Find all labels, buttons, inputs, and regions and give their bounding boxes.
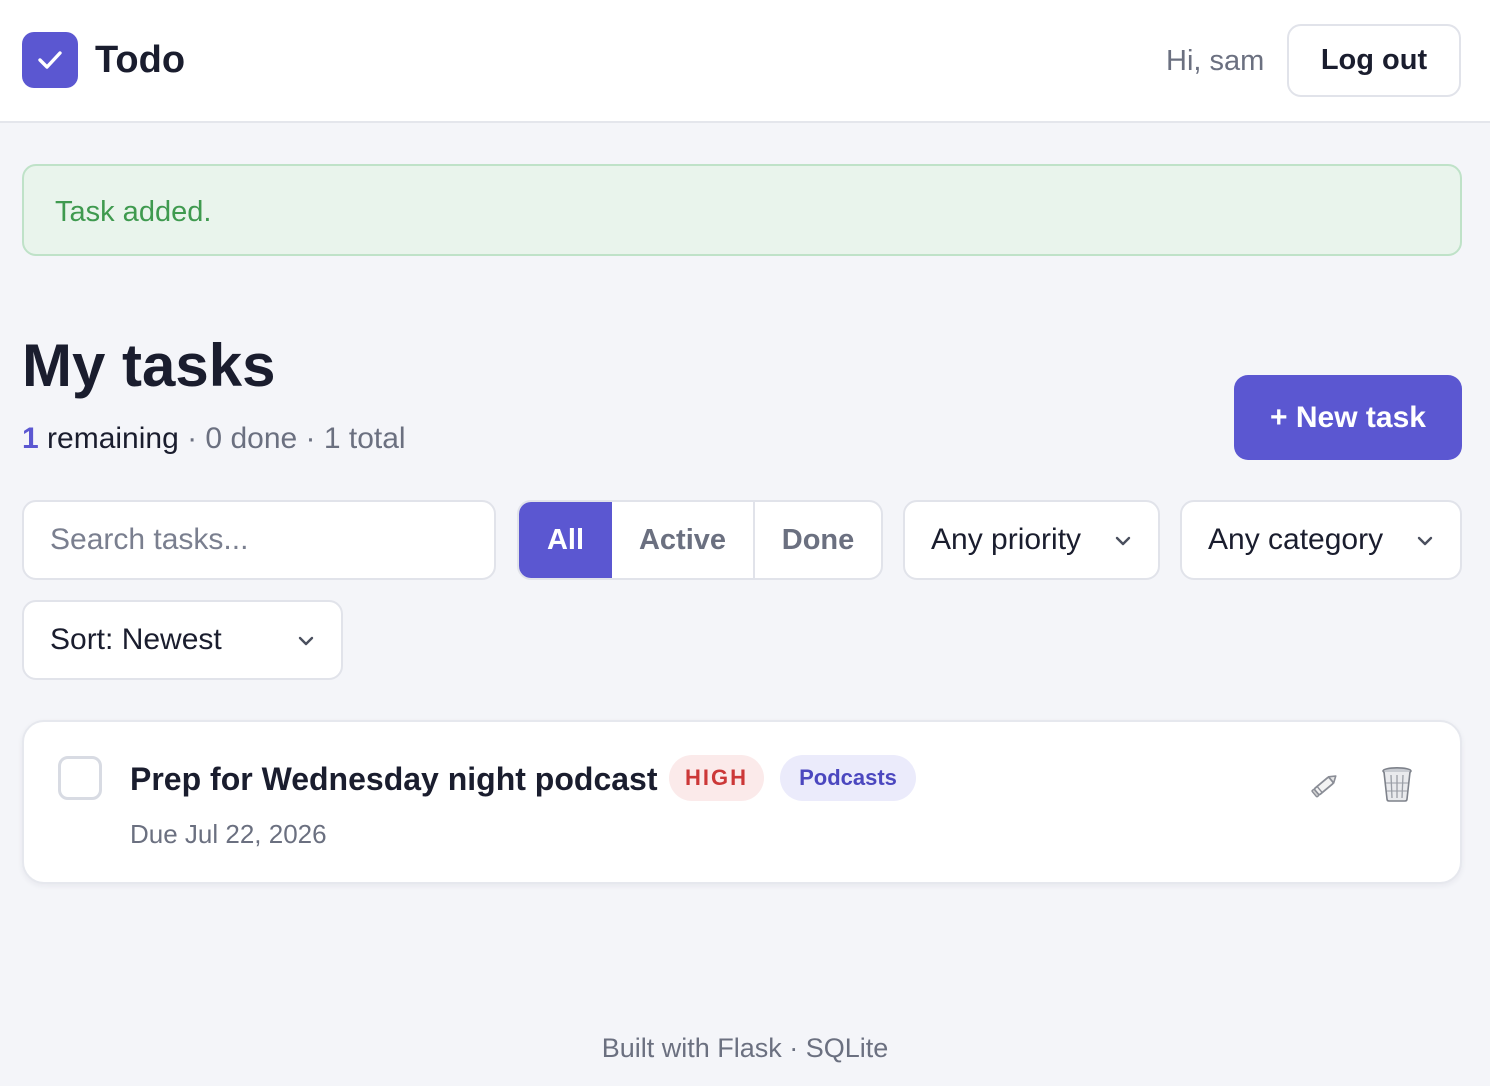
flash-text: Task added. (55, 196, 212, 228)
sort-select-value: Sort: Newest (50, 623, 222, 656)
new-task-button[interactable]: + New task (1234, 375, 1462, 460)
top-bar: Todo Hi, sam Log out (0, 0, 1490, 123)
task-summary: 1 remaining · 0 done · 1 total (22, 420, 406, 458)
task-complete-checkbox[interactable] (58, 756, 102, 800)
remaining-label: remaining (47, 422, 179, 455)
pencil-icon[interactable] (1310, 770, 1340, 800)
task-due-date: Due Jul 22, 2026 (130, 819, 327, 849)
status-tab-all[interactable]: All (519, 502, 612, 578)
page-title: My tasks (22, 332, 276, 399)
status-tab-active[interactable]: Active (612, 502, 755, 578)
task-card: Prep for Wednesday night podcast HIGH Po… (22, 720, 1462, 884)
user-greeting: Hi, sam (1166, 45, 1265, 77)
chevron-down-icon (1115, 536, 1131, 546)
check-icon (38, 51, 62, 69)
chevron-down-icon (298, 636, 314, 646)
category-select[interactable]: Any category (1180, 500, 1462, 580)
category-select-value: Any category (1208, 523, 1384, 556)
logo[interactable] (22, 32, 78, 88)
status-tab-done[interactable]: Done (755, 502, 881, 578)
search-input[interactable] (22, 500, 496, 580)
priority-select[interactable]: Any priority (903, 500, 1160, 580)
category-badge: Podcasts (780, 755, 916, 801)
remaining-count: 1 (22, 422, 39, 455)
summary-rest: · 0 done · 1 total (187, 422, 406, 455)
task-title[interactable]: Prep for Wednesday night podcast (130, 760, 657, 798)
sort-select[interactable]: Sort: Newest (22, 600, 343, 680)
priority-select-value: Any priority (931, 523, 1082, 556)
trash-icon[interactable] (1380, 766, 1414, 802)
priority-badge: HIGH (669, 755, 764, 801)
logout-button[interactable]: Log out (1287, 24, 1461, 97)
status-filter: All Active Done (517, 500, 883, 580)
chevron-down-icon (1417, 536, 1433, 546)
app-title[interactable]: Todo (95, 38, 185, 82)
flash-message: Task added. (22, 164, 1462, 256)
footer: Built with Flask · SQLite (601, 1033, 889, 1063)
